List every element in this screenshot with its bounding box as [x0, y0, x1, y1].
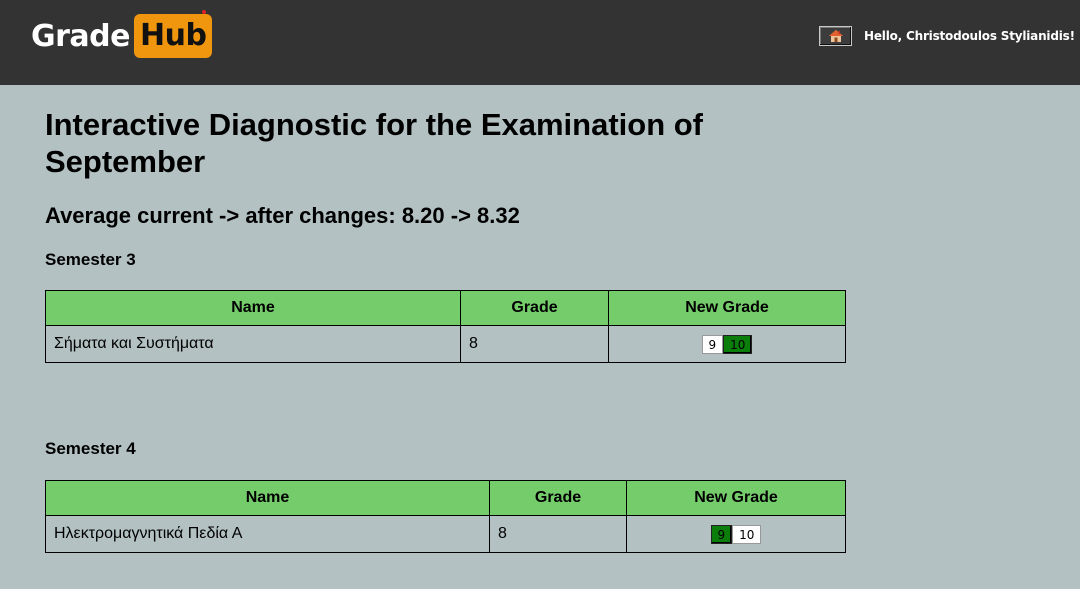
- table-row: Ηλεκτρομαγνητικά Πεδία Α 8 9 10: [45, 515, 846, 553]
- grade-option-button-selected[interactable]: 10: [723, 334, 753, 354]
- logo-text-grade: Grade: [31, 18, 130, 54]
- course-name: Ηλεκτρομαγνητικά Πεδία Α: [45, 515, 490, 553]
- user-greeting: Hello, Christodoulos Stylianidis!: [864, 29, 1075, 43]
- page-title: Interactive Diagnostic for the Examinati…: [45, 107, 704, 179]
- column-header-grade: Grade: [460, 290, 609, 326]
- column-header-grade: Grade: [489, 480, 627, 516]
- table-header-row: Name Grade New Grade: [45, 480, 846, 516]
- new-grade-cell: 9 10: [608, 325, 846, 363]
- grade-option-button[interactable]: 9: [701, 334, 724, 354]
- semester-table: Name Grade New Grade Σήματα και Συστήματ…: [45, 290, 846, 363]
- column-header-new-grade: New Grade: [626, 480, 846, 516]
- grade-option-button-selected[interactable]: 9: [710, 524, 733, 544]
- semester-table: Name Grade New Grade Ηλεκτρομαγνητικά Πε…: [45, 480, 846, 553]
- average-summary: Average current -> after changes: 8.20 -…: [45, 203, 520, 228]
- new-grade-cell: 9 10: [626, 515, 846, 553]
- gradehub-logo[interactable]: Grade Hub: [31, 10, 213, 58]
- top-bar: Grade Hub Hello, Christodoulos Stylianid…: [0, 0, 1080, 85]
- column-header-new-grade: New Grade: [608, 290, 846, 326]
- grade-option-button[interactable]: 10: [732, 524, 762, 544]
- column-header-name: Name: [45, 290, 461, 326]
- logo-hub-label: Hub: [139, 18, 207, 53]
- course-grade: 8: [489, 515, 627, 553]
- course-grade: 8: [460, 325, 609, 363]
- semester-title: Semester 3: [45, 250, 136, 269]
- house-icon: [828, 30, 843, 42]
- logo-dot: [202, 10, 207, 14]
- column-header-name: Name: [45, 480, 490, 516]
- course-name: Σήματα και Συστήματα: [45, 325, 461, 363]
- semester-title: Semester 4: [45, 439, 136, 458]
- logo-text-hub: Hub: [133, 10, 213, 58]
- table-row: Σήματα και Συστήματα 8 9 10: [45, 325, 846, 363]
- home-button[interactable]: [819, 26, 852, 46]
- table-header-row: Name Grade New Grade: [45, 290, 846, 326]
